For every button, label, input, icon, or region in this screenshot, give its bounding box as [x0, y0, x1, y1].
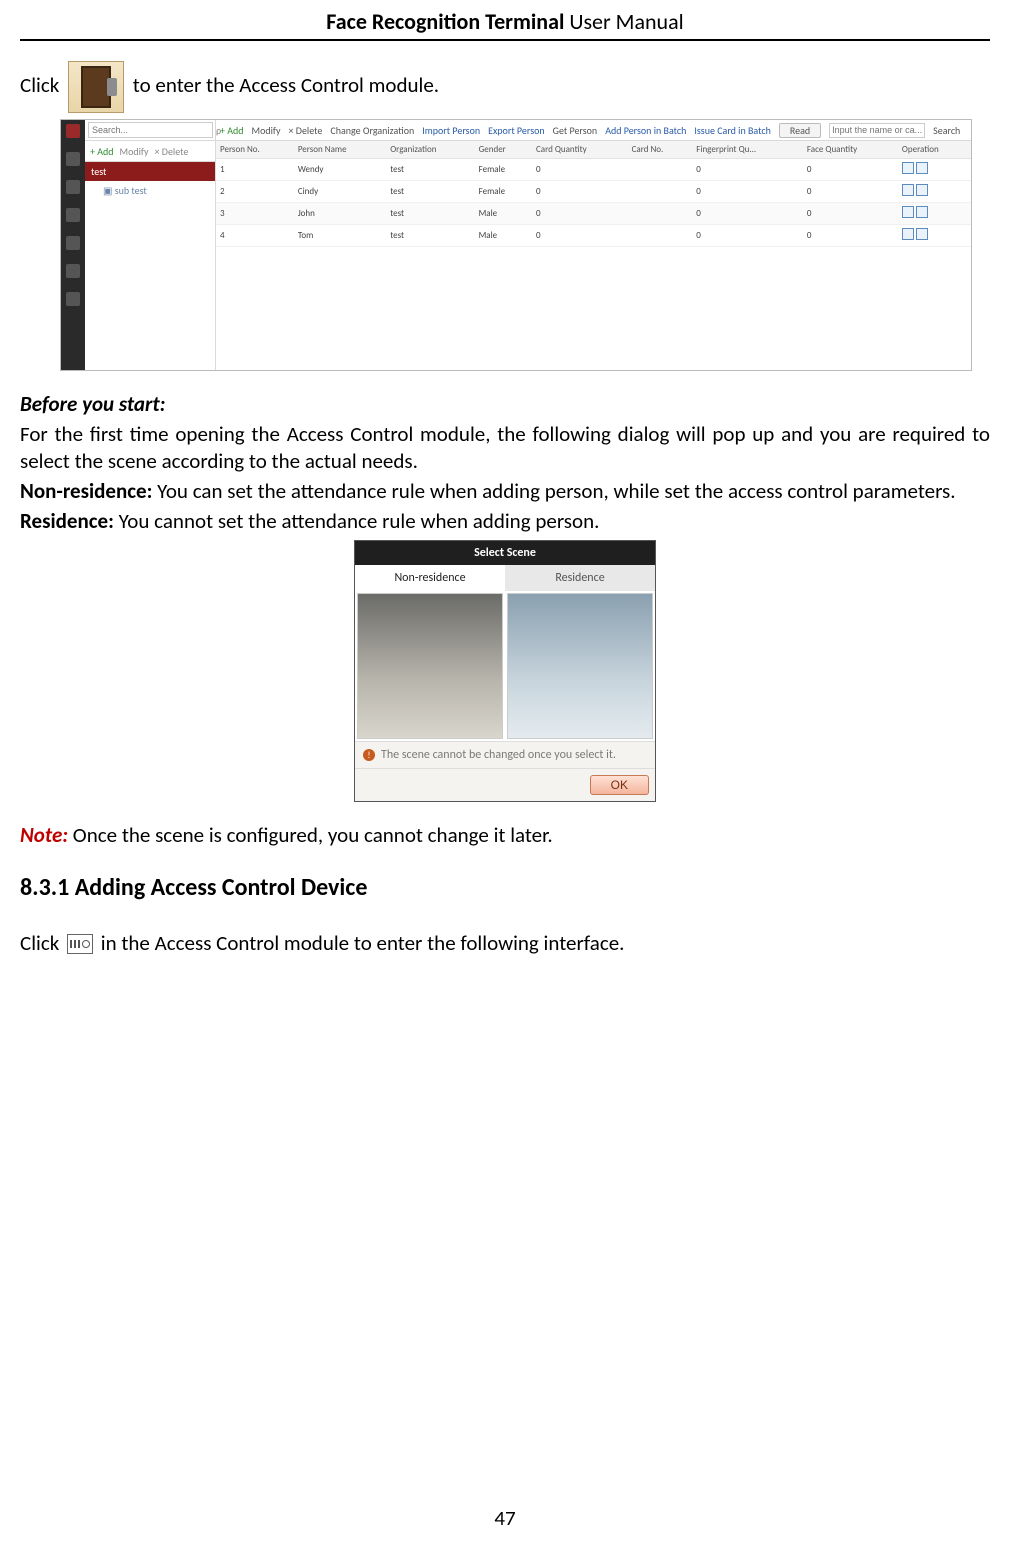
- tab-residence[interactable]: Residence: [505, 565, 655, 591]
- get-person-button[interactable]: Get Person: [553, 124, 598, 137]
- dialog-title: Select Scene: [355, 541, 655, 565]
- org-add-button[interactable]: + Add: [88, 145, 116, 158]
- table-row[interactable]: 3JohntestMale000: [216, 203, 971, 225]
- detail-icon[interactable]: [916, 206, 928, 218]
- access-control-module-icon: [68, 61, 124, 113]
- before-p1: For the first time opening the Access Co…: [20, 421, 990, 474]
- tree-item-subtest[interactable]: ▣ sub test: [85, 181, 215, 200]
- select-scene-dialog: Select Scene Non-residence Residence ! T…: [354, 540, 656, 802]
- scene-image-residence: [507, 593, 653, 739]
- section-heading: 8.3.1 Adding Access Control Device: [20, 873, 990, 902]
- header-bold: Face Recognition Terminal: [326, 8, 564, 35]
- note-text: Once the scene is configured, you cannot…: [68, 822, 553, 848]
- intro-line: Click to enter the Access Control module…: [20, 61, 990, 113]
- person-delete-button[interactable]: × Delete: [289, 124, 323, 137]
- edit-icon[interactable]: [902, 206, 914, 218]
- detail-icon[interactable]: [916, 184, 928, 196]
- org-modify-button[interactable]: Modify: [118, 145, 151, 158]
- device-list-icon: [67, 934, 93, 954]
- nav-rail: [61, 120, 85, 370]
- scene-image-non-residence: [357, 593, 503, 739]
- dialog-warning: ! The scene cannot be changed once you s…: [355, 741, 655, 768]
- person-table: Person No. Person Name Organization Gend…: [216, 141, 971, 247]
- detail-icon[interactable]: [916, 228, 928, 240]
- person-modify-button[interactable]: Modify: [252, 124, 281, 137]
- detail-icon[interactable]: [916, 162, 928, 174]
- read-dropdown[interactable]: Read: [779, 123, 821, 138]
- import-person-button[interactable]: Import Person: [422, 124, 480, 137]
- before-heading: Before you start:: [20, 391, 165, 417]
- edit-icon[interactable]: [902, 162, 914, 174]
- page-number: 47: [0, 1505, 1010, 1531]
- tree-item-test[interactable]: test: [85, 162, 215, 181]
- change-org-button[interactable]: Change Organization: [330, 124, 414, 137]
- person-add-button[interactable]: + Add: [220, 124, 244, 137]
- section-intro: Click in the Access Control module to en…: [20, 930, 990, 956]
- edit-icon[interactable]: [902, 184, 914, 196]
- issue-card-button[interactable]: Issue Card in Batch: [694, 124, 770, 137]
- table-row[interactable]: 1WendytestFemale000: [216, 159, 971, 181]
- tab-non-residence[interactable]: Non-residence: [355, 565, 505, 591]
- org-search-input[interactable]: [88, 122, 213, 138]
- export-person-button[interactable]: Export Person: [488, 124, 545, 137]
- ok-button[interactable]: OK: [590, 775, 649, 795]
- name-search-input[interactable]: [829, 123, 925, 138]
- add-batch-button[interactable]: Add Person in Batch: [605, 124, 686, 137]
- org-delete-button[interactable]: × Delete: [153, 145, 191, 158]
- warning-icon: !: [363, 749, 375, 761]
- page-header: Face Recognition Terminal User Manual: [20, 4, 990, 41]
- table-row[interactable]: 2CindytestFemale000: [216, 181, 971, 203]
- name-search-button[interactable]: Search: [933, 124, 960, 137]
- header-rest: User Manual: [564, 8, 683, 35]
- person-toolbar: + Add Modify × Delete Change Organizatio…: [216, 120, 971, 141]
- note-label: Note:: [20, 822, 68, 848]
- table-row[interactable]: 4TomtestMale000: [216, 225, 971, 247]
- access-control-screenshot: ρ + Add Modify × Delete test ▣ sub test …: [60, 119, 972, 371]
- edit-icon[interactable]: [902, 228, 914, 240]
